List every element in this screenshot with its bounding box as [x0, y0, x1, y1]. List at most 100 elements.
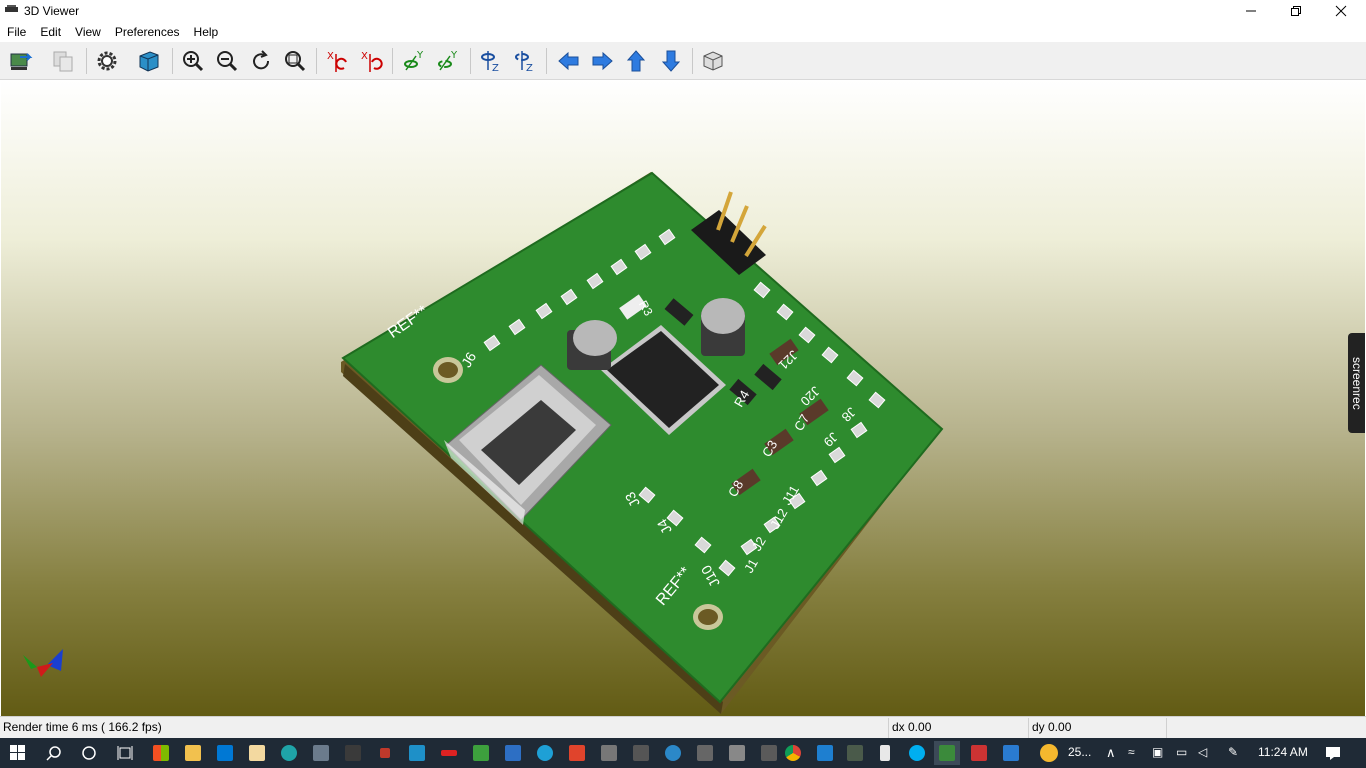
mail-app[interactable] — [212, 741, 238, 765]
copy-image-button[interactable] — [48, 46, 78, 76]
edge-app[interactable] — [276, 741, 302, 765]
menu-view[interactable]: View — [68, 22, 108, 42]
taskbar-app[interactable] — [436, 741, 462, 765]
redraw-button[interactable] — [246, 46, 276, 76]
taskbar-app[interactable] — [372, 741, 398, 765]
app-icon — [409, 745, 425, 761]
store-app[interactable] — [148, 741, 174, 765]
raytracing-cube-icon — [139, 51, 159, 72]
svg-text:Z: Z — [526, 63, 533, 74]
file-explorer-app[interactable] — [180, 741, 206, 765]
close-icon — [1335, 5, 1347, 17]
wifi-icon[interactable]: ≈ — [1128, 745, 1135, 759]
pan-up-icon — [626, 50, 646, 72]
cortana-button[interactable] — [76, 741, 102, 765]
reload-board-button[interactable] — [6, 46, 36, 76]
axis-gizmo — [23, 649, 63, 677]
toolbar-separator — [316, 48, 317, 74]
3d-viewport[interactable]: REF** REF** J6 J10 J3 J4 J1 J2 J20 J21 J… — [1, 80, 1365, 716]
orthographic-toggle-button[interactable] — [698, 46, 728, 76]
menu-preferences[interactable]: Preferences — [108, 22, 187, 42]
ie-app[interactable] — [308, 741, 334, 765]
battery-icon[interactable]: ▭ — [1176, 745, 1187, 759]
rotate-x-cw-button[interactable]: X — [322, 46, 352, 76]
taskbar-app[interactable] — [596, 741, 622, 765]
svg-text:X: X — [327, 51, 334, 62]
settings-icon — [97, 51, 117, 71]
weather-widget[interactable] — [1036, 741, 1062, 765]
rotate-x-ccw-icon: X — [361, 51, 383, 72]
taskbar-app[interactable] — [724, 741, 750, 765]
taskbar-app[interactable] — [692, 741, 718, 765]
notifications-button[interactable] — [1320, 741, 1346, 765]
restore-button[interactable] — [1273, 0, 1319, 22]
rotate-x-ccw-button[interactable]: X — [356, 46, 386, 76]
rotate-y-ccw-icon: Y — [438, 50, 458, 71]
app-icon — [441, 750, 457, 756]
app-icon — [569, 745, 585, 761]
settings-button[interactable] — [92, 46, 122, 76]
clock[interactable]: 11:24 AM — [1258, 745, 1308, 759]
meet-now-icon[interactable]: ▣ — [1152, 745, 1163, 759]
rotate-y-ccw-button[interactable]: Y — [434, 46, 464, 76]
taskbar-app[interactable] — [842, 741, 868, 765]
zoom-out-icon — [217, 51, 238, 72]
taskbar-app[interactable] — [872, 741, 898, 765]
taskbar-app[interactable] — [966, 741, 992, 765]
taskbar-app[interactable] — [660, 741, 686, 765]
menu-edit[interactable]: Edit — [33, 22, 68, 42]
taskbar-app[interactable] — [812, 741, 838, 765]
zoom-out-button[interactable] — [212, 46, 242, 76]
toolbar: X X Y Y Z Z — [0, 42, 1366, 80]
zoom-fit-icon — [285, 51, 306, 72]
status-bar: Render time 6 ms ( 166.2 fps) dx 0.00 dy… — [0, 716, 1366, 738]
rotate-x-cw-icon: X — [327, 51, 347, 72]
notion-app[interactable] — [340, 741, 366, 765]
taskbar-app[interactable] — [998, 741, 1024, 765]
app-icon — [665, 745, 681, 761]
menu-bar: File Edit View Preferences Help — [0, 22, 1366, 42]
tray-chevron-up-icon[interactable]: ∧ — [1106, 745, 1116, 761]
start-icon — [10, 745, 25, 760]
pan-left-icon — [558, 51, 579, 71]
taskbar-app[interactable] — [564, 741, 590, 765]
zoom-in-button[interactable] — [178, 46, 208, 76]
taskbar-app[interactable] — [628, 741, 654, 765]
menu-file[interactable]: File — [0, 22, 33, 42]
taskbar-app[interactable] — [404, 741, 430, 765]
pan-up-button[interactable] — [621, 46, 651, 76]
task-view-icon — [117, 746, 133, 760]
taskbar-app[interactable] — [532, 741, 558, 765]
taskbar-app[interactable] — [756, 741, 782, 765]
kicad-app[interactable] — [934, 741, 960, 765]
skype-app[interactable] — [904, 741, 930, 765]
zoom-fit-button[interactable] — [280, 46, 310, 76]
skype-icon — [909, 745, 925, 761]
pen-icon[interactable]: ✎ — [1228, 745, 1238, 759]
pan-down-button[interactable] — [656, 46, 686, 76]
taskbar-app[interactable] — [468, 741, 494, 765]
start-button[interactable] — [5, 741, 31, 765]
chrome-app[interactable] — [780, 741, 806, 765]
taskbar-app[interactable] — [500, 741, 526, 765]
task-view-button[interactable] — [112, 741, 138, 765]
weather-text[interactable]: 25... — [1068, 745, 1091, 759]
search-button[interactable] — [41, 741, 67, 765]
pan-left-button[interactable] — [554, 46, 584, 76]
screenrec-overlay[interactable]: screenrec — [1348, 333, 1365, 433]
minimize-button[interactable] — [1228, 0, 1274, 22]
close-button[interactable] — [1318, 0, 1364, 22]
rotate-y-cw-button[interactable]: Y — [400, 46, 430, 76]
raytracing-button[interactable] — [134, 46, 164, 76]
rotate-z-cw-button[interactable]: Z — [476, 46, 506, 76]
copy-image-icon — [53, 51, 73, 72]
minimize-icon — [1246, 10, 1256, 12]
menu-help[interactable]: Help — [187, 22, 226, 42]
rotate-z-ccw-button[interactable]: Z — [510, 46, 540, 76]
svg-text:Y: Y — [416, 50, 424, 61]
volume-icon[interactable]: ◁ — [1198, 745, 1207, 759]
window-title: 3D Viewer — [24, 4, 80, 18]
pan-right-button[interactable] — [587, 46, 617, 76]
notepad-app[interactable] — [244, 741, 270, 765]
app-icon — [761, 745, 777, 761]
